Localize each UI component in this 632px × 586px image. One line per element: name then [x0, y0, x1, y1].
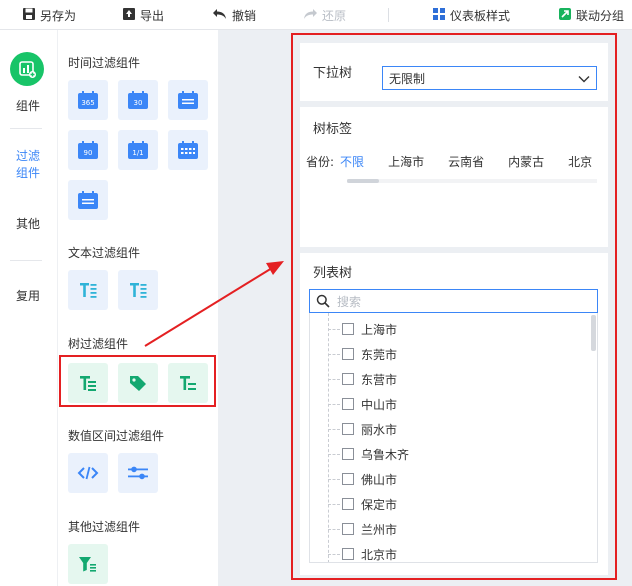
range-filter-title: 数值区间过滤组件 [68, 429, 165, 443]
calendar-grid-icon [178, 141, 198, 159]
date-filter-tile[interactable] [168, 80, 208, 120]
tree-filter-title: 树过滤组件 [68, 337, 129, 351]
save-icon [22, 7, 36, 24]
calendar-lines-icon [178, 91, 198, 109]
left-rail: 组件 过滤组件 其他 复用 [0, 30, 58, 586]
calendar-lines-icon [78, 191, 98, 209]
slider-icon [128, 466, 148, 480]
other-filter-title: 其他过滤组件 [68, 520, 141, 534]
dashboard-style-button[interactable]: 仪表板样式 [432, 0, 510, 30]
calendar-90-icon: 90 [78, 141, 98, 159]
text-dropdown-tile[interactable] [68, 270, 108, 310]
export-icon [122, 7, 136, 24]
text-list-icon [80, 283, 97, 298]
undo-icon [212, 7, 228, 24]
tile-label: 1/1 [132, 149, 143, 157]
rail-divider [10, 128, 42, 129]
text-filter-title: 文本过滤组件 [68, 246, 141, 260]
calendar-30-icon: 30 [128, 91, 148, 109]
redo-icon [302, 7, 318, 24]
grid-icon [432, 7, 446, 24]
undo-label: 撤销 [232, 8, 257, 23]
other-filter-tile[interactable] [68, 544, 108, 584]
time-filter-tile[interactable] [68, 180, 108, 220]
rail-components[interactable]: 组件 [0, 98, 56, 115]
link-icon [558, 7, 572, 24]
calendar-365-icon: 365 [78, 91, 98, 109]
export-button[interactable]: 导出 [122, 0, 164, 30]
dashboard-style-label: 仪表板样式 [450, 8, 511, 23]
rail-divider [10, 260, 42, 261]
text-list-icon [130, 283, 147, 298]
funnel-icon [79, 557, 96, 572]
undo-button[interactable]: 撤销 [212, 0, 256, 30]
calendar-1-1-icon: 1/1 [128, 141, 148, 159]
code-icon [77, 466, 99, 480]
components-icon[interactable] [10, 52, 44, 86]
code-range-tile[interactable] [68, 453, 108, 493]
tile-label: 365 [81, 99, 94, 107]
year-filter-tile[interactable]: 365 [68, 80, 108, 120]
filter-component-panel: 时间过滤组件 365 30 90 1/1 文本过滤组件 树过滤组件 数值区间过滤… [58, 30, 218, 586]
slider-range-tile[interactable] [118, 453, 158, 493]
quarter-filter-tile[interactable]: 90 [68, 130, 108, 170]
tile-label: 30 [134, 99, 143, 107]
save-as-label: 另存为 [40, 8, 77, 23]
export-label: 导出 [140, 8, 165, 23]
linkage-group-label: 联动分组 [576, 8, 625, 23]
day-filter-tile[interactable]: 1/1 [118, 130, 158, 170]
linkage-group-button[interactable]: 联动分组 [558, 0, 624, 30]
rail-other[interactable]: 其他 [0, 216, 56, 233]
rail-filter[interactable]: 过滤组件 [0, 148, 56, 182]
time-filter-title: 时间过滤组件 [68, 56, 141, 70]
text-list-tile[interactable] [118, 270, 158, 310]
toolbar: 另存为 导出 撤销 还原 仪表板样式 联动分组 [0, 0, 632, 30]
toolbar-divider [388, 8, 389, 22]
month-filter-tile[interactable]: 30 [118, 80, 158, 120]
preview-highlight [291, 33, 617, 580]
save-as-button[interactable]: 另存为 [22, 0, 76, 30]
tile-label: 90 [84, 149, 93, 157]
redo-button[interactable]: 还原 [302, 0, 346, 30]
rail-reuse[interactable]: 复用 [0, 288, 56, 305]
tree-filter-highlight [59, 355, 216, 407]
date-range-filter-tile[interactable] [168, 130, 208, 170]
redo-label: 还原 [322, 8, 347, 23]
